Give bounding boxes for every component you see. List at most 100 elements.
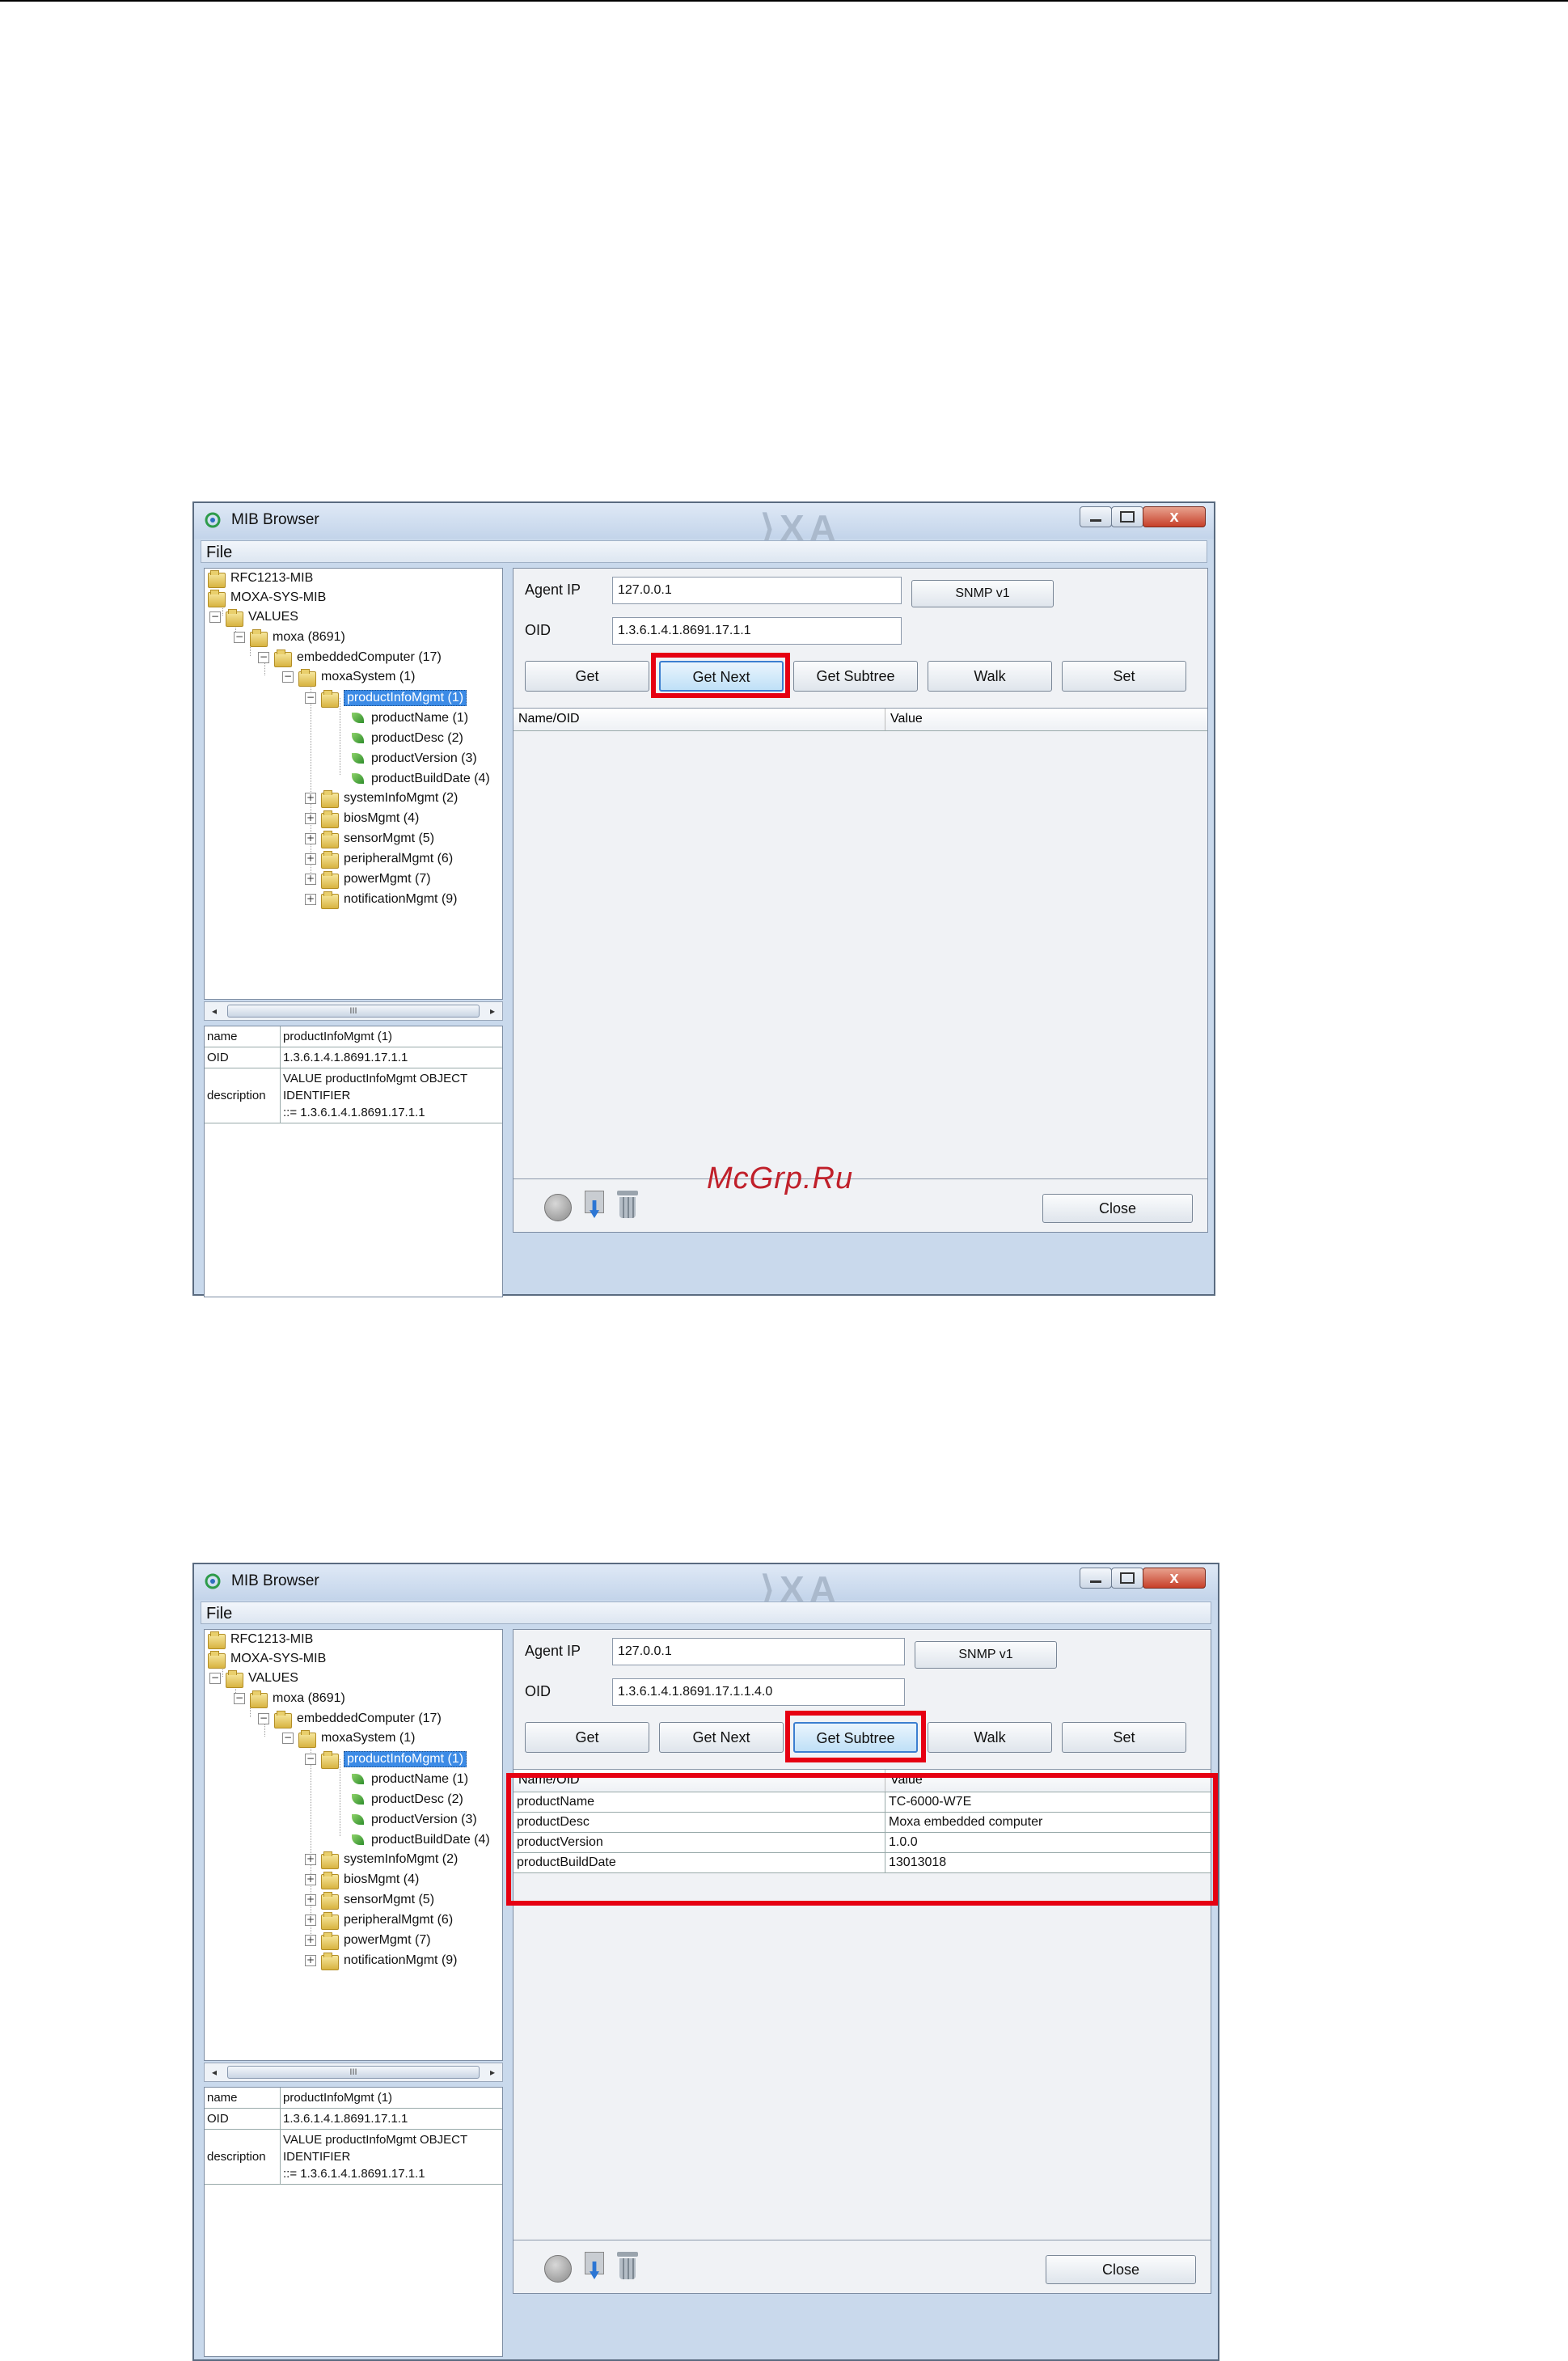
expand-icon[interactable]: +	[305, 813, 316, 824]
info-description-key: description	[205, 1068, 281, 1123]
tree-item-moxa-system[interactable]: − moxaSystem (1)	[282, 667, 415, 687]
save-icon[interactable]	[581, 2252, 607, 2281]
collapse-icon[interactable]: −	[258, 1713, 269, 1724]
tree-item-moxa-system[interactable]: − moxaSystem (1)	[282, 1728, 415, 1748]
expand-icon[interactable]: +	[305, 874, 316, 885]
collapse-icon[interactable]: −	[305, 692, 316, 704]
tree-item-system-info-mgmt[interactable]: + systemInfoMgmt (2)	[305, 1850, 458, 1869]
set-button[interactable]: Set	[1062, 1722, 1186, 1753]
collapse-icon[interactable]: −	[282, 671, 294, 683]
tree-item-notification-mgmt[interactable]: + notificationMgmt (9)	[305, 890, 458, 909]
scroll-right-icon[interactable]: ▸	[483, 1002, 502, 1020]
tree-item-sensor-mgmt[interactable]: + sensorMgmt (5)	[305, 1890, 434, 1910]
column-name-oid[interactable]: Name/OID	[514, 709, 885, 730]
stop-icon[interactable]	[544, 2255, 572, 2283]
tree-item-moxa[interactable]: − moxa (8691)	[234, 1689, 345, 1708]
maximize-button[interactable]	[1111, 1568, 1143, 1589]
collapse-icon[interactable]: −	[209, 611, 221, 623]
tree-item-peripheral-mgmt[interactable]: + peripheralMgmt (6)	[305, 1910, 453, 1930]
close-window-button[interactable]: x	[1143, 506, 1206, 527]
tree-item-product-name[interactable]: productName (1)	[350, 1770, 468, 1789]
folder-icon	[321, 871, 339, 889]
tree-item-product-info-mgmt[interactable]: − productInfoMgmt (1)	[305, 1750, 467, 1769]
oid-input[interactable]: 1.3.6.1.4.1.8691.17.1.1	[612, 617, 902, 645]
tree-item-rfc1213-mib[interactable]: RFC1213-MIB	[208, 569, 313, 588]
trash-icon[interactable]	[615, 1191, 640, 1220]
snmp-version-button[interactable]: SNMP v1	[911, 580, 1054, 607]
menu-file[interactable]: File	[206, 1605, 232, 1623]
column-value[interactable]: Value	[885, 709, 1207, 730]
collapse-icon[interactable]: −	[234, 632, 245, 643]
agent-ip-input[interactable]: 127.0.0.1	[612, 1638, 905, 1665]
expand-icon[interactable]: +	[305, 793, 316, 804]
tree-item-peripheral-mgmt[interactable]: + peripheralMgmt (6)	[305, 849, 453, 869]
get-subtree-button[interactable]: Get Subtree	[793, 661, 918, 692]
scroll-right-icon[interactable]: ▸	[483, 2063, 502, 2081]
expand-icon[interactable]: +	[305, 1955, 316, 1966]
get-next-button[interactable]: Get Next	[659, 1722, 784, 1753]
collapse-icon[interactable]: −	[282, 1733, 294, 1744]
expand-icon[interactable]: +	[305, 853, 316, 865]
expand-icon[interactable]: +	[305, 1854, 316, 1865]
tree-item-product-desc[interactable]: productDesc (2)	[350, 729, 463, 748]
minimize-button[interactable]	[1080, 506, 1112, 527]
tree-item-embedded-computer[interactable]: − embeddedComputer (17)	[258, 1709, 442, 1728]
tree-item-bios-mgmt[interactable]: + biosMgmt (4)	[305, 1870, 419, 1889]
info-description-value: VALUE productInfoMgmt OBJECT IDENTIFIER …	[281, 1068, 502, 1123]
menu-file[interactable]: File	[206, 544, 232, 562]
tree-item-bios-mgmt[interactable]: + biosMgmt (4)	[305, 809, 419, 828]
tree-item-product-version[interactable]: productVersion (3)	[350, 1810, 477, 1830]
close-button[interactable]: Close	[1046, 2255, 1196, 2284]
get-button[interactable]: Get	[525, 661, 649, 692]
tree-item-moxa-sys-mib[interactable]: MOXA-SYS-MIB	[208, 1649, 326, 1669]
scroll-left-icon[interactable]: ◂	[205, 2063, 224, 2081]
minimize-button[interactable]	[1080, 1568, 1112, 1589]
expand-icon[interactable]: +	[305, 1874, 316, 1885]
close-window-button[interactable]: x	[1143, 1568, 1206, 1589]
tree-item-product-version[interactable]: productVersion (3)	[350, 749, 477, 768]
tree-item-power-mgmt[interactable]: + powerMgmt (7)	[305, 1931, 431, 1950]
tree-item-power-mgmt[interactable]: + powerMgmt (7)	[305, 870, 431, 889]
get-button[interactable]: Get	[525, 1722, 649, 1753]
close-button[interactable]: Close	[1042, 1194, 1193, 1223]
collapse-icon[interactable]: −	[209, 1673, 221, 1684]
tree-item-product-info-mgmt[interactable]: − productInfoMgmt (1)	[305, 688, 467, 708]
tree-item-product-desc[interactable]: productDesc (2)	[350, 1790, 463, 1809]
collapse-icon[interactable]: −	[234, 1693, 245, 1704]
expand-icon[interactable]: +	[305, 1915, 316, 1926]
agent-ip-input[interactable]: 127.0.0.1	[612, 577, 902, 604]
tree-item-embedded-computer[interactable]: − embeddedComputer (17)	[258, 648, 442, 667]
maximize-button[interactable]	[1111, 506, 1143, 527]
tree-item-system-info-mgmt[interactable]: + systemInfoMgmt (2)	[305, 789, 458, 808]
expand-icon[interactable]: +	[305, 833, 316, 844]
tree-item-product-name[interactable]: productName (1)	[350, 709, 468, 728]
collapse-icon[interactable]: −	[258, 652, 269, 663]
app-logo-icon	[205, 512, 221, 528]
tree-item-moxa-sys-mib[interactable]: MOXA-SYS-MIB	[208, 588, 326, 607]
scrollbar-thumb[interactable]: III	[227, 2066, 480, 2079]
tree-item-values[interactable]: − VALUES	[209, 1669, 298, 1688]
collapse-icon[interactable]: −	[305, 1754, 316, 1765]
tree-item-moxa[interactable]: − moxa (8691)	[234, 628, 345, 647]
tree-item-notification-mgmt[interactable]: + notificationMgmt (9)	[305, 1951, 458, 1970]
save-icon[interactable]	[581, 1191, 607, 1220]
tree-item-product-build-date[interactable]: productBuildDate (4)	[350, 1830, 490, 1850]
walk-button[interactable]: Walk	[928, 1722, 1052, 1753]
scroll-left-icon[interactable]: ◂	[205, 1002, 224, 1020]
tree-item-product-build-date[interactable]: productBuildDate (4)	[350, 769, 490, 789]
expand-icon[interactable]: +	[305, 1894, 316, 1906]
snmp-version-button[interactable]: SNMP v1	[915, 1641, 1057, 1669]
tree-horizontal-scrollbar[interactable]: ◂ III ▸	[204, 2063, 503, 2082]
tree-item-rfc1213-mib[interactable]: RFC1213-MIB	[208, 1630, 313, 1649]
scrollbar-thumb[interactable]: III	[227, 1005, 480, 1018]
set-button[interactable]: Set	[1062, 661, 1186, 692]
tree-item-values[interactable]: − VALUES	[209, 607, 298, 627]
expand-icon[interactable]: +	[305, 894, 316, 905]
tree-item-sensor-mgmt[interactable]: + sensorMgmt (5)	[305, 829, 434, 848]
oid-input[interactable]: 1.3.6.1.4.1.8691.17.1.1.4.0	[612, 1678, 905, 1706]
stop-icon[interactable]	[544, 1194, 572, 1221]
walk-button[interactable]: Walk	[928, 661, 1052, 692]
trash-icon[interactable]	[615, 2252, 640, 2281]
expand-icon[interactable]: +	[305, 1935, 316, 1946]
tree-horizontal-scrollbar[interactable]: ◂ III ▸	[204, 1001, 503, 1021]
